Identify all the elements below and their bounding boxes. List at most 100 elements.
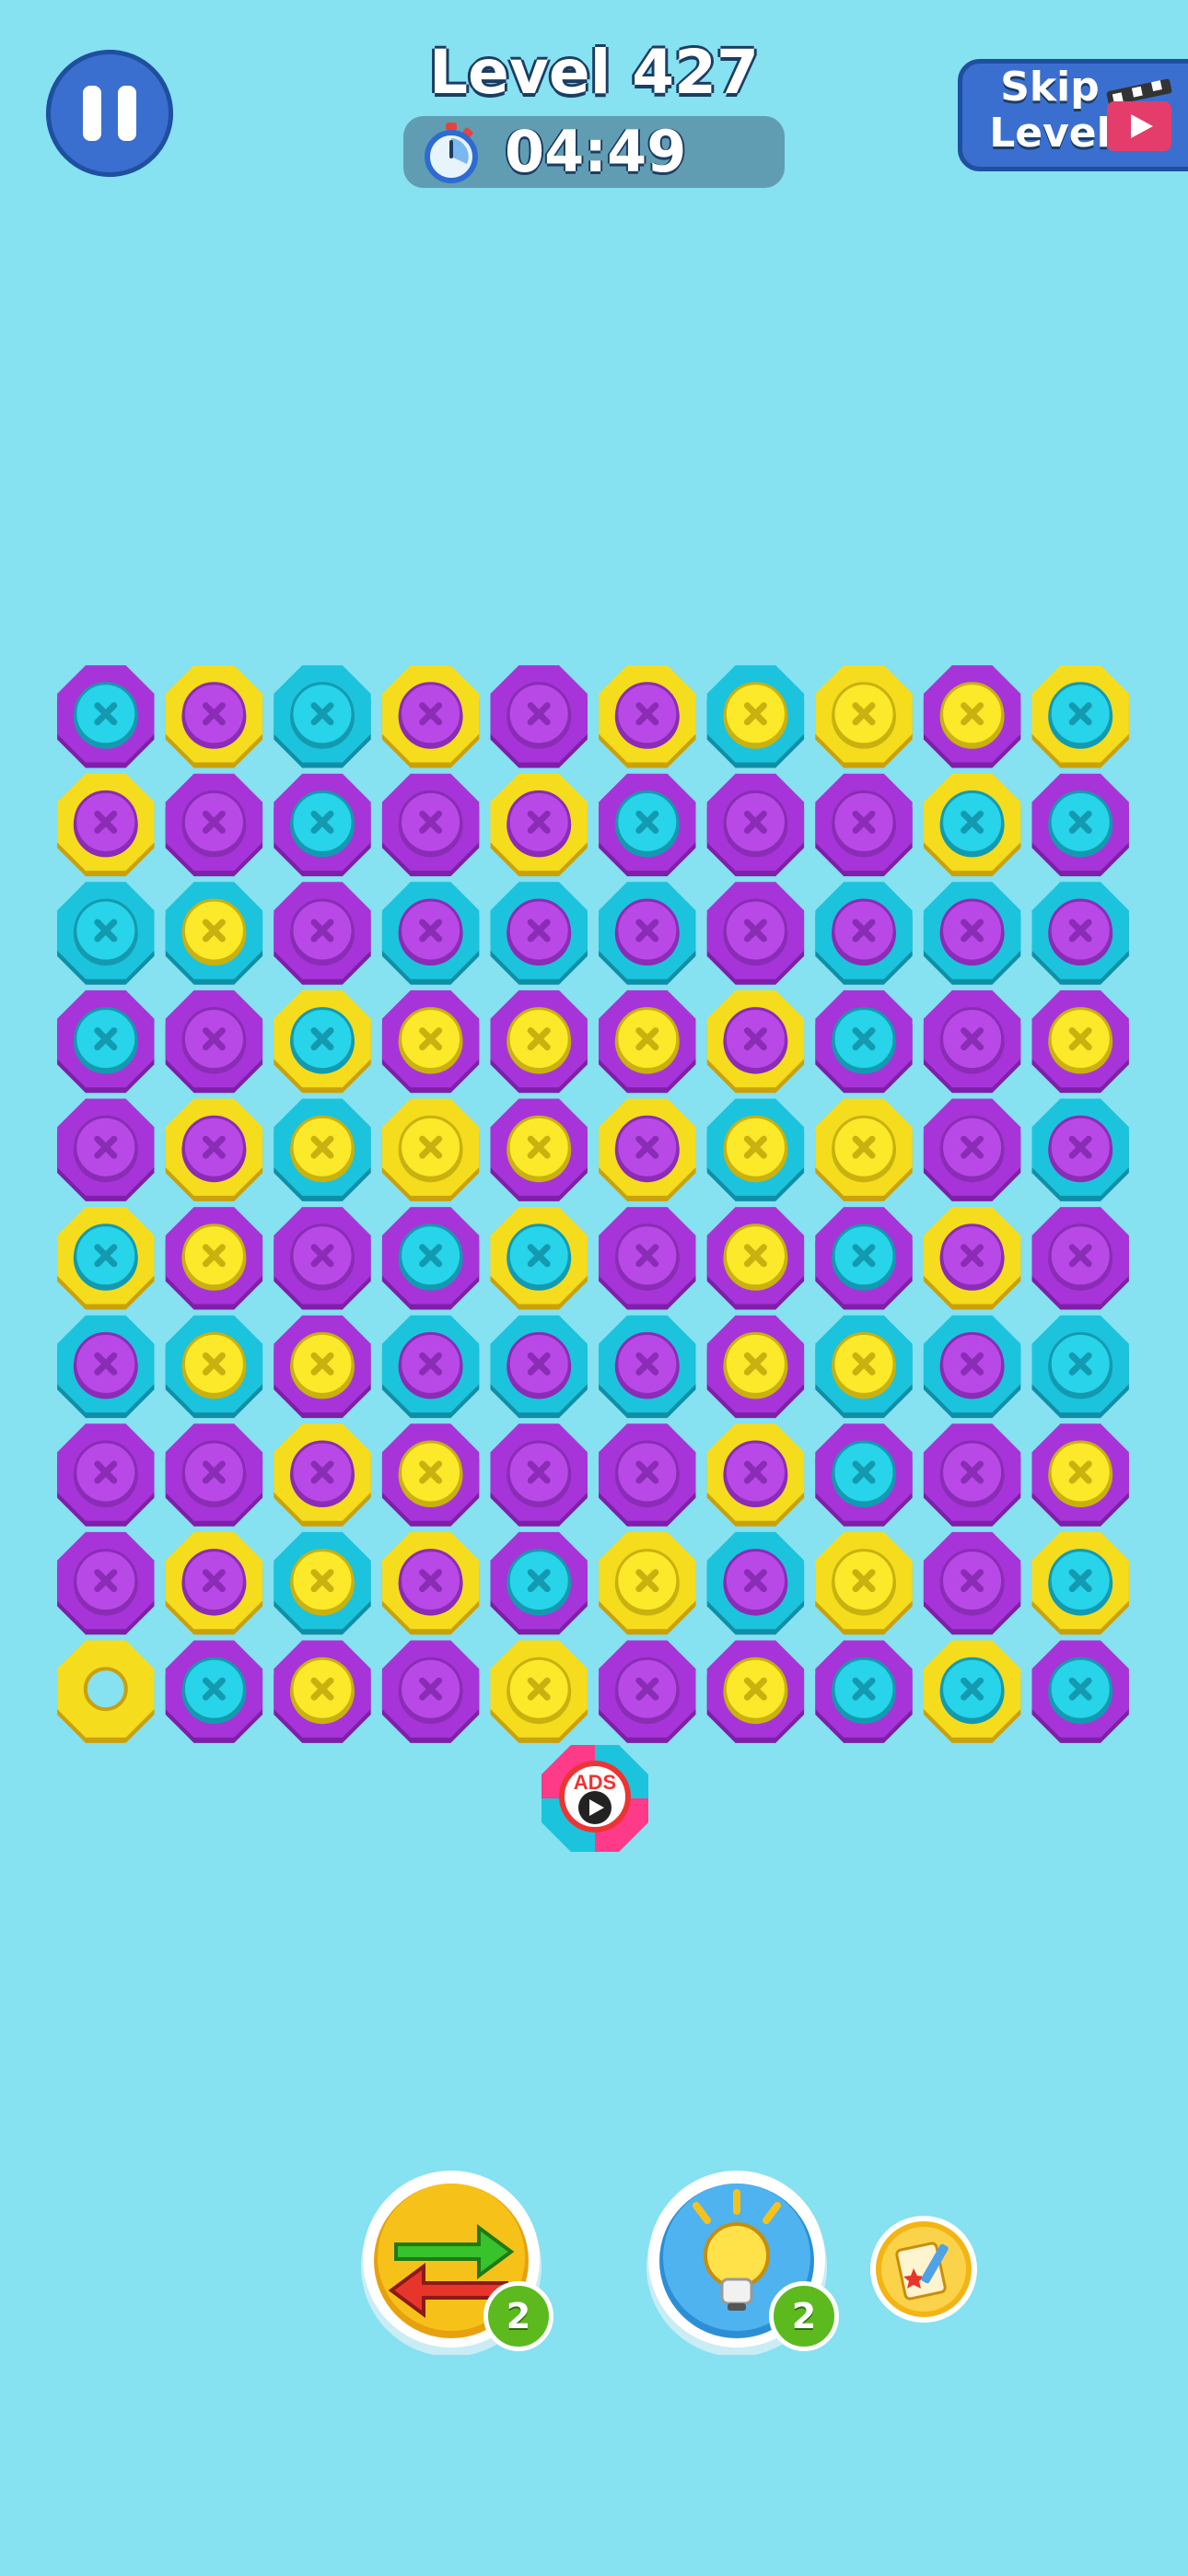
bolt-nut[interactable] bbox=[706, 882, 805, 985]
bolt-nut[interactable] bbox=[599, 1423, 696, 1527]
bolt-nut[interactable] bbox=[165, 1640, 263, 1743]
bolt-nut[interactable] bbox=[274, 1423, 371, 1527]
bolt-nut[interactable] bbox=[57, 1098, 155, 1201]
bolt-nut[interactable] bbox=[923, 1640, 1021, 1743]
bolt-nut[interactable] bbox=[815, 1531, 913, 1635]
bolt-nut[interactable] bbox=[381, 1315, 480, 1419]
bolt-nut[interactable] bbox=[490, 1207, 588, 1310]
bolt-nut[interactable] bbox=[274, 1531, 371, 1635]
bolt-nut[interactable] bbox=[1031, 773, 1129, 877]
bolt-nut[interactable] bbox=[381, 1423, 480, 1527]
bolt-nut[interactable] bbox=[274, 1315, 371, 1419]
bolt-nut[interactable] bbox=[923, 1098, 1021, 1201]
bolt-nut[interactable] bbox=[706, 1531, 805, 1635]
bolt-nut[interactable] bbox=[490, 1423, 588, 1527]
bolt-nut[interactable] bbox=[274, 1207, 371, 1310]
bolt-nut[interactable] bbox=[1031, 1207, 1129, 1310]
bolt-nut[interactable] bbox=[490, 1098, 588, 1201]
bolt-nut[interactable] bbox=[706, 773, 805, 877]
bolt-nut[interactable] bbox=[599, 1315, 696, 1419]
bolt-nut[interactable] bbox=[599, 773, 696, 877]
bolt-nut[interactable] bbox=[57, 1531, 155, 1635]
bolt-nut[interactable] bbox=[599, 1531, 696, 1635]
bolt-nut[interactable] bbox=[923, 1315, 1021, 1419]
bolt-nut[interactable] bbox=[490, 989, 588, 1094]
bolt-nut[interactable] bbox=[57, 1207, 155, 1310]
bolt-nut[interactable] bbox=[381, 989, 480, 1094]
bolt-nut[interactable] bbox=[1031, 1531, 1129, 1635]
bolt-nut[interactable] bbox=[57, 989, 155, 1094]
bolt-nut[interactable] bbox=[815, 1098, 913, 1201]
bolt-nut[interactable] bbox=[381, 1207, 480, 1310]
bolt-nut[interactable] bbox=[274, 882, 371, 985]
bolt-nut[interactable] bbox=[599, 1207, 696, 1310]
bolt-nut[interactable] bbox=[274, 773, 371, 877]
bolt-nut[interactable] bbox=[381, 1640, 480, 1743]
bolt-nut[interactable] bbox=[815, 773, 913, 877]
bolt-nut[interactable] bbox=[381, 1531, 480, 1635]
bolt-nut[interactable] bbox=[274, 1098, 371, 1201]
bolt-nut[interactable] bbox=[1031, 1640, 1129, 1743]
bolt-nut[interactable] bbox=[165, 773, 263, 877]
bolt-nut[interactable] bbox=[599, 665, 696, 768]
bolt-nut[interactable] bbox=[706, 1207, 805, 1310]
bolt-nut[interactable] bbox=[599, 1640, 696, 1743]
bolt-nut[interactable] bbox=[1031, 989, 1129, 1094]
bolt-nut[interactable] bbox=[381, 773, 480, 877]
bolt-nut[interactable] bbox=[706, 1640, 805, 1743]
bolt-nut[interactable] bbox=[165, 1531, 263, 1635]
bolt-nut[interactable] bbox=[57, 882, 155, 985]
bolt-nut[interactable] bbox=[599, 989, 696, 1094]
bolt-nut[interactable] bbox=[815, 989, 913, 1094]
bolt-nut[interactable] bbox=[274, 989, 371, 1094]
bolt-nut[interactable] bbox=[923, 1531, 1021, 1635]
bolt-nut[interactable] bbox=[815, 882, 913, 985]
bolt-nut[interactable] bbox=[165, 1098, 263, 1201]
bolt-nut[interactable] bbox=[815, 1423, 913, 1527]
bolt-nut[interactable] bbox=[815, 665, 913, 768]
bolt-nut[interactable] bbox=[706, 989, 805, 1094]
bolt-nut[interactable] bbox=[599, 1098, 696, 1201]
bolt-nut[interactable] bbox=[706, 1098, 805, 1201]
bolt-nut[interactable] bbox=[490, 773, 588, 877]
bolt-nut[interactable] bbox=[1031, 1423, 1129, 1527]
bolt-nut[interactable] bbox=[57, 1315, 155, 1419]
bolt-nut[interactable] bbox=[490, 1640, 588, 1743]
bolt-nut[interactable] bbox=[165, 882, 263, 985]
bolt-nut[interactable] bbox=[274, 665, 371, 768]
bolt-nut[interactable] bbox=[165, 1315, 263, 1419]
bolt-nut[interactable] bbox=[923, 882, 1021, 985]
bolt-nut[interactable] bbox=[57, 773, 155, 877]
bolt-nut[interactable] bbox=[923, 1423, 1021, 1527]
bolt-nut[interactable] bbox=[1031, 882, 1129, 985]
bolt-nut[interactable] bbox=[923, 1207, 1021, 1310]
bolt-nut[interactable] bbox=[165, 665, 263, 768]
bolt-nut[interactable] bbox=[923, 989, 1021, 1094]
bolt-nut[interactable] bbox=[381, 882, 480, 985]
bolt-nut[interactable] bbox=[490, 1315, 588, 1419]
ads-bolt-button[interactable]: ADS bbox=[538, 1741, 652, 1856]
bolt-nut[interactable] bbox=[599, 882, 696, 985]
bolt-nut[interactable] bbox=[815, 1315, 913, 1419]
bolt-nut[interactable] bbox=[57, 1423, 155, 1527]
bolt-nut[interactable] bbox=[57, 665, 155, 768]
empty-nut[interactable] bbox=[57, 1640, 155, 1743]
bolt-nut[interactable] bbox=[381, 665, 480, 768]
bolt-nut[interactable] bbox=[274, 1640, 371, 1743]
bolt-nut[interactable] bbox=[706, 1315, 805, 1419]
bolt-nut[interactable] bbox=[490, 882, 588, 985]
bolt-nut[interactable] bbox=[165, 989, 263, 1094]
bolt-nut[interactable] bbox=[923, 773, 1021, 877]
bolt-nut[interactable] bbox=[1031, 1098, 1129, 1201]
bolt-nut[interactable] bbox=[165, 1423, 263, 1527]
tasks-button[interactable] bbox=[869, 2215, 978, 2324]
bolt-nut[interactable] bbox=[490, 665, 588, 768]
bolt-nut[interactable] bbox=[1031, 665, 1129, 768]
bolt-nut[interactable] bbox=[923, 665, 1021, 768]
bolt-nut[interactable] bbox=[381, 1098, 480, 1201]
bolt-nut[interactable] bbox=[490, 1531, 588, 1635]
bolt-nut[interactable] bbox=[706, 1423, 805, 1527]
bolt-nut[interactable] bbox=[706, 665, 805, 768]
bolt-nut[interactable] bbox=[1031, 1315, 1129, 1419]
bolt-nut[interactable] bbox=[165, 1207, 263, 1310]
